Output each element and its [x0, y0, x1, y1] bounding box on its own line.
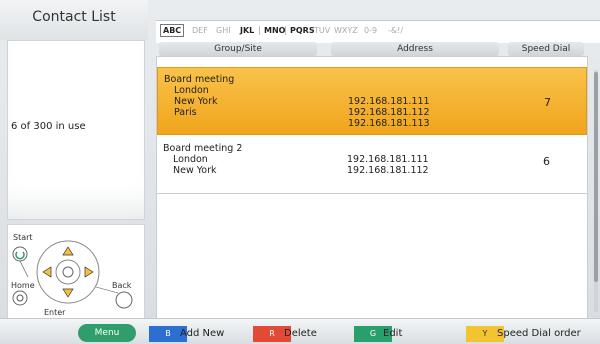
tab-def[interactable]: DEF [192, 26, 208, 35]
up-arrow-icon [62, 246, 74, 256]
tab-mno[interactable]: MNO [259, 26, 285, 35]
tab-tuv[interactable]: TUV [314, 26, 330, 35]
table-row[interactable]: Board meeting 2 London New York 192.168.… [157, 135, 587, 194]
tab-ghi[interactable]: GHI [216, 26, 231, 35]
contact-list-main: ABC DEF GHI JKL MNO PQRS TUV WXYZ 0-9 -&… [150, 16, 600, 320]
soft-key-bar: Menu B Add New R Delete G Edit Y Speed D… [0, 318, 600, 344]
home-button-icon [12, 290, 28, 306]
usage-box: 6 of 300 in use [7, 40, 145, 220]
left-panel: Contact List 6 of 300 in use Start Home … [0, 0, 148, 320]
address-value: 192.168.181.113 [348, 118, 430, 129]
group-name: Board meeting [164, 74, 235, 85]
table-row[interactable]: Board meeting London New York Paris 192.… [157, 67, 587, 135]
back-label: Back [112, 281, 132, 290]
contact-list: Board meeting London New York Paris 192.… [156, 56, 588, 320]
column-header-address: Address [331, 42, 499, 56]
right-arrow-icon [84, 266, 94, 278]
tab-0-9[interactable]: 0-9 [364, 26, 377, 35]
start-label: Start [13, 233, 33, 242]
scrollbar-thumb[interactable] [594, 72, 598, 282]
group-cell: Board meeting 2 London New York [163, 143, 242, 176]
edit-label: Edit [383, 328, 403, 339]
column-header-group: Group/Site [159, 42, 317, 56]
group-name: Board meeting 2 [163, 143, 243, 154]
alphabet-tabs: ABC DEF GHI JKL MNO PQRS TUV WXYZ 0-9 -&… [156, 20, 600, 43]
tab-abc[interactable]: ABC [160, 24, 185, 37]
site-name: New York [174, 96, 218, 107]
address-cell: 192.168.181.111 192.168.181.112 [347, 154, 429, 176]
home-label: Home [11, 281, 35, 290]
panel-title: Contact List [0, 0, 148, 40]
usage-count: 6 of 300 in use [11, 121, 86, 132]
add-new-label: Add New [180, 328, 225, 339]
tab-wxyz[interactable]: WXYZ [334, 26, 358, 35]
speed-dial-order-label: Speed Dial order [497, 328, 581, 339]
address-value: 192.168.181.112 [348, 107, 430, 118]
group-cell: Board meeting London New York Paris [164, 74, 234, 118]
speed-dial-value: 6 [543, 155, 550, 168]
tab-pqrs[interactable]: PQRS [285, 26, 315, 35]
site-name: London [174, 85, 209, 96]
address-cell: 192.168.181.111 192.168.181.112 192.168.… [348, 96, 430, 129]
column-header-speed-dial: Speed Dial [508, 42, 584, 56]
tab-jkl[interactable]: JKL [240, 26, 254, 35]
remote-navigation-help: Start Home Back Enter [7, 224, 145, 320]
address-value: 192.168.181.111 [347, 154, 429, 165]
delete-label: Delete [284, 328, 317, 339]
down-arrow-icon [62, 288, 74, 298]
tab-symbols[interactable]: -&!/ [388, 26, 403, 35]
menu-button[interactable]: Menu [78, 324, 136, 342]
back-button-icon [115, 291, 133, 309]
speed-dial-value: 7 [544, 96, 551, 109]
site-name: New York [173, 165, 217, 176]
left-arrow-icon [42, 266, 52, 278]
address-value: 192.168.181.111 [348, 96, 430, 107]
address-value: 192.168.181.112 [347, 165, 429, 176]
enter-label: Enter [44, 308, 66, 317]
site-name: Paris [174, 107, 197, 118]
site-name: London [173, 154, 208, 165]
